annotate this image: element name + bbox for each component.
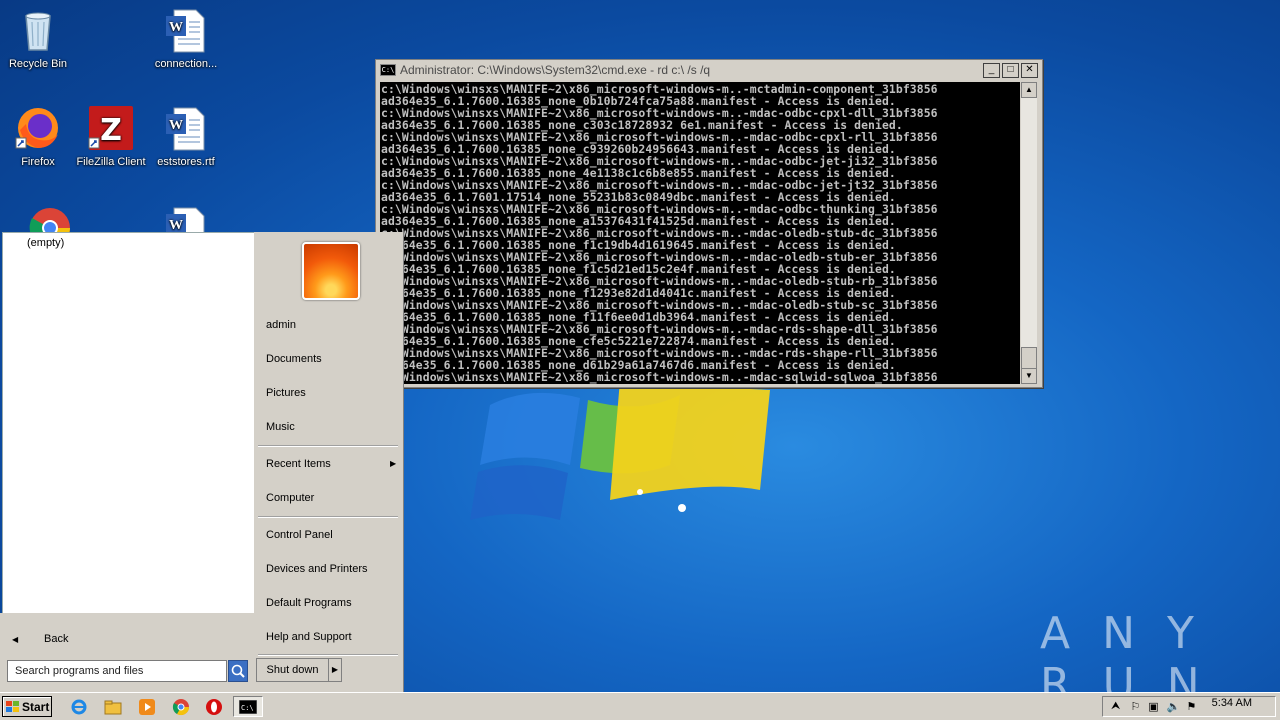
- shutdown-options-icon[interactable]: ▶: [328, 659, 341, 681]
- menu-item-pictures[interactable]: Pictures: [266, 387, 306, 399]
- windows-flag-icon: [6, 700, 19, 712]
- volume-icon[interactable]: 🔈: [1167, 700, 1181, 713]
- menu-item-recent-items[interactable]: Recent Items: [266, 458, 331, 470]
- start-menu-places-pane: admin Documents Pictures Music Recent It…: [254, 232, 404, 692]
- minimize-button[interactable]: _: [983, 62, 1000, 78]
- menu-separator: [258, 445, 398, 447]
- search-button[interactable]: [228, 660, 248, 682]
- maximize-button[interactable]: □: [1002, 62, 1019, 78]
- menu-separator: [258, 654, 398, 656]
- chrome-icon: [26, 204, 74, 232]
- cmd-window-icon: C:\: [380, 64, 396, 76]
- desktop-icon-label: connection...: [154, 58, 218, 70]
- programs-empty-text: (empty): [27, 237, 65, 249]
- menu-separator: [258, 516, 398, 518]
- submenu-arrow-icon: ▶: [390, 459, 397, 468]
- back-label: Back: [44, 633, 69, 645]
- desktop-icon-firefox[interactable]: Firefox: [0, 104, 76, 168]
- desktop-icon-label: FileZilla Client: [76, 156, 146, 168]
- recycle-bin-icon: [14, 6, 62, 54]
- svg-text:C:\: C:\: [241, 704, 254, 712]
- desktop-icon-label: eststores.rtf: [157, 156, 215, 168]
- back-arrow-icon: ◀: [12, 634, 19, 644]
- cmd-title: Administrator: C:\Windows\System32\cmd.e…: [400, 63, 711, 77]
- user-avatar[interactable]: [302, 242, 360, 300]
- search-input[interactable]: Search programs and files: [7, 660, 227, 682]
- word-document-icon: W: [162, 6, 210, 54]
- taskbar-button-cmd[interactable]: C:\: [233, 696, 263, 717]
- network-icon[interactable]: ▣: [1148, 700, 1158, 713]
- word-document-icon: W: [162, 204, 210, 232]
- cmd-titlebar[interactable]: C:\ Administrator: C:\Windows\System32\c…: [376, 60, 1042, 80]
- console-output: c:\Windows\winsxs\MANIFE~2\x86_microsoft…: [381, 82, 938, 384]
- cmd-window[interactable]: C:\ Administrator: C:\Windows\System32\c…: [375, 59, 1043, 388]
- word-document-icon: W: [162, 104, 210, 152]
- desktop-icon-chrome[interactable]: [12, 204, 88, 232]
- cmd-scrollbar[interactable]: ▲ ▼: [1021, 82, 1037, 384]
- svg-text:Z: Z: [100, 113, 122, 148]
- menu-item-music[interactable]: Music: [266, 421, 295, 433]
- scroll-down-icon[interactable]: ▼: [1021, 368, 1037, 384]
- taskbar-clock[interactable]: 5:34 AM: [1212, 697, 1252, 709]
- menu-item-computer[interactable]: Computer: [266, 492, 314, 504]
- start-menu: (empty) ◀ Back Search programs and files…: [0, 232, 404, 692]
- menu-item-help-support[interactable]: Help and Support: [266, 631, 352, 643]
- flag-icon[interactable]: ⚑: [1186, 700, 1196, 713]
- menu-item-devices-printers[interactable]: Devices and Printers: [266, 563, 368, 575]
- svg-text:W: W: [169, 20, 183, 35]
- media-player-icon[interactable]: [138, 698, 156, 716]
- desktop-icon-recycle-bin[interactable]: Recycle Bin: [0, 6, 76, 70]
- chrome-icon[interactable]: [172, 698, 190, 716]
- desktop-icon-eststores[interactable]: W eststores.rtf: [148, 104, 224, 168]
- scroll-up-icon[interactable]: ▲: [1021, 82, 1037, 98]
- opera-icon[interactable]: [205, 698, 223, 716]
- search-icon: [231, 664, 245, 678]
- menu-item-admin[interactable]: admin: [266, 319, 296, 331]
- desktop-icon-label: Firefox: [21, 156, 55, 168]
- start-menu-programs-pane: (empty): [2, 232, 255, 614]
- taskbar: Start C:\ ⮝ ⚐ ▣ 🔈 ⚑ 5:34 AM: [0, 692, 1280, 720]
- all-programs-back-button[interactable]: ◀ Back: [2, 624, 253, 654]
- internet-explorer-icon[interactable]: [70, 698, 88, 716]
- menu-item-control-panel[interactable]: Control Panel: [266, 529, 333, 541]
- desktop-icon-filezilla[interactable]: Z FileZilla Client: [73, 104, 149, 168]
- shutdown-button[interactable]: Shut down ▶: [256, 658, 342, 682]
- shutdown-label: Shut down: [266, 664, 319, 676]
- desktop-icon-document[interactable]: W: [148, 204, 224, 232]
- action-center-icon[interactable]: ⚐: [1130, 700, 1140, 713]
- scroll-thumb[interactable]: [1021, 347, 1037, 369]
- svg-text:W: W: [169, 118, 183, 133]
- menu-item-default-programs[interactable]: Default Programs: [266, 597, 352, 609]
- show-hidden-icons-icon[interactable]: ⮝: [1111, 700, 1120, 713]
- start-button[interactable]: Start: [2, 696, 52, 717]
- close-button[interactable]: ✕: [1021, 62, 1038, 78]
- desktop-icon-connection[interactable]: W connection...: [148, 6, 224, 70]
- desktop-icon-label: Recycle Bin: [8, 58, 68, 70]
- start-label: Start: [22, 699, 50, 714]
- cmd-console[interactable]: c:\Windows\winsxs\MANIFE~2\x86_microsoft…: [380, 82, 1020, 384]
- svg-text:W: W: [169, 218, 183, 232]
- filezilla-icon: Z: [87, 104, 135, 152]
- firefox-icon: [14, 104, 62, 152]
- windows-logo-wallpaper: [470, 380, 770, 520]
- explorer-folder-icon[interactable]: [104, 698, 122, 716]
- menu-item-documents[interactable]: Documents: [266, 353, 322, 365]
- cmd-icon: C:\: [238, 699, 258, 715]
